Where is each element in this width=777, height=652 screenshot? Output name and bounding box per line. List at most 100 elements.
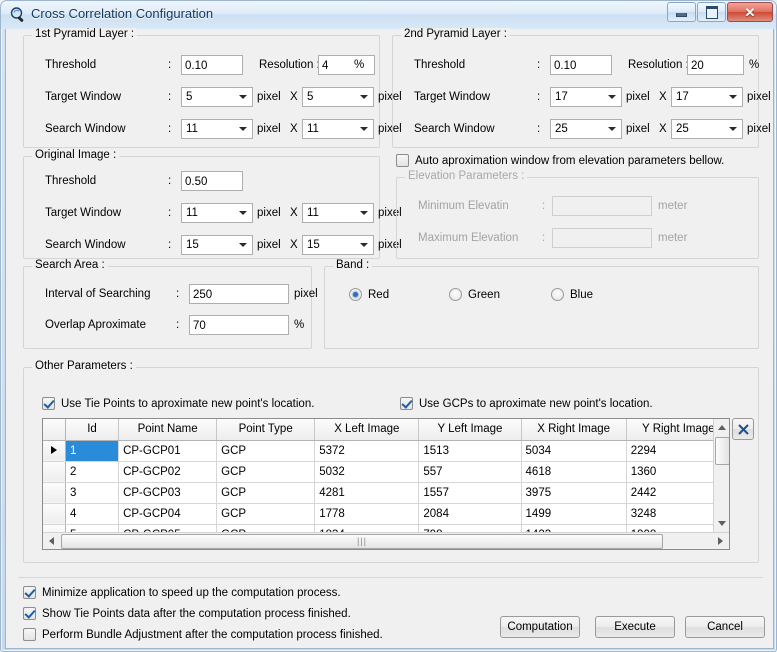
column-header-point-name[interactable]: Point Name bbox=[118, 419, 218, 441]
target-window-width-combo[interactable]: 5 bbox=[181, 87, 253, 107]
checkbox-label: Show Tie Points data after the computati… bbox=[42, 607, 351, 620]
threshold-input[interactable] bbox=[181, 171, 243, 191]
cancel-button[interactable]: Cancel bbox=[685, 616, 765, 638]
cell-id[interactable]: 3 bbox=[65, 482, 120, 504]
column-header-id[interactable]: Id bbox=[65, 419, 120, 441]
close-grid-button[interactable] bbox=[732, 418, 754, 440]
cell-point-type[interactable]: GCP bbox=[216, 440, 316, 462]
target-window-label: Target Window bbox=[45, 207, 122, 219]
cell-point-type[interactable]: GCP bbox=[216, 461, 316, 483]
cell-x-right-image[interactable]: 5034 bbox=[521, 440, 627, 462]
table-row[interactable]: 3 CP-GCP03 GCP 4281 1557 3975 2442 bbox=[43, 482, 729, 504]
grid-vertical-scrollbar[interactable] bbox=[713, 419, 729, 532]
execute-button[interactable]: Execute bbox=[595, 616, 675, 638]
cell-y-left-image[interactable]: 557 bbox=[418, 461, 522, 483]
horizontal-scroll-thumb[interactable]: ||| bbox=[61, 534, 663, 549]
scroll-up-icon[interactable] bbox=[714, 419, 729, 436]
cell-point-name[interactable]: CP-GCP01 bbox=[118, 440, 218, 462]
chevron-down-icon bbox=[235, 89, 251, 105]
show-tie-points-checkbox[interactable]: Show Tie Points data after the computati… bbox=[23, 607, 351, 620]
radio-band-green[interactable]: Green bbox=[449, 288, 500, 301]
column-header-point-type[interactable]: Point Type bbox=[216, 419, 316, 441]
use-tie-points-checkbox[interactable]: Use Tie Points to aproximate new point's… bbox=[42, 397, 314, 410]
column-header-x-right-image[interactable]: X Right Image bbox=[521, 419, 627, 441]
combo-value: 11 bbox=[186, 123, 198, 135]
target-window-width-combo[interactable]: 11 bbox=[181, 203, 253, 223]
vertical-scroll-thumb[interactable] bbox=[715, 437, 729, 465]
points-data-grid[interactable]: Id Point Name Point Type X Left Image Y … bbox=[42, 418, 730, 550]
cell-id[interactable]: 4 bbox=[65, 503, 120, 525]
radio-band-red[interactable]: Red bbox=[349, 288, 389, 301]
maximize-button[interactable] bbox=[697, 2, 726, 22]
x-separator: X bbox=[659, 123, 667, 135]
resolution-input[interactable] bbox=[687, 55, 744, 75]
threshold-input[interactable] bbox=[181, 55, 243, 75]
search-window-width-combo[interactable]: 15 bbox=[181, 235, 253, 255]
resolution-input[interactable] bbox=[318, 55, 375, 75]
combo-value: 25 bbox=[555, 123, 568, 135]
cell-x-left-image[interactable]: 1778 bbox=[314, 503, 420, 525]
target-window-height-combo[interactable]: 5 bbox=[302, 87, 374, 107]
minimum-elevation-input[interactable] bbox=[552, 196, 652, 216]
cell-x-right-image[interactable]: 3975 bbox=[521, 482, 627, 504]
maximum-elevation-input[interactable] bbox=[552, 228, 652, 248]
target-window-height-combo[interactable]: 17 bbox=[671, 87, 743, 107]
cell-y-left-image[interactable]: 1557 bbox=[418, 482, 522, 504]
interval-of-searching-input[interactable] bbox=[189, 284, 289, 304]
cell-point-type[interactable]: GCP bbox=[216, 482, 316, 504]
combo-value: 5 bbox=[186, 91, 193, 103]
search-window-height-combo[interactable]: 11 bbox=[302, 119, 374, 139]
minimize-icon bbox=[676, 12, 687, 17]
scroll-right-icon[interactable] bbox=[712, 533, 729, 548]
x-separator: X bbox=[290, 239, 298, 251]
cell-x-left-image[interactable]: 5032 bbox=[314, 461, 420, 483]
cell-x-left-image[interactable]: 4281 bbox=[314, 482, 420, 504]
cell-y-left-image[interactable]: 1513 bbox=[418, 440, 522, 462]
target-window-height-combo[interactable]: 11 bbox=[302, 203, 374, 223]
search-window-width-combo[interactable]: 25 bbox=[550, 119, 622, 139]
table-row[interactable]: 2 CP-GCP02 GCP 5032 557 4618 1360 bbox=[43, 461, 729, 483]
cell-id[interactable]: 1 bbox=[65, 440, 120, 462]
cell-point-type[interactable]: GCP bbox=[216, 503, 316, 525]
combo-value: 11 bbox=[186, 207, 198, 219]
cell-point-name[interactable]: CP-GCP03 bbox=[118, 482, 218, 504]
scroll-left-icon[interactable] bbox=[43, 533, 60, 548]
radio-label: Green bbox=[468, 288, 500, 301]
minimize-application-checkbox[interactable]: Minimize application to speed up the com… bbox=[23, 586, 341, 599]
button-label: Execute bbox=[614, 621, 656, 633]
target-window-width-combo[interactable]: 17 bbox=[550, 87, 622, 107]
column-header-y-left-image[interactable]: Y Left Image bbox=[418, 419, 522, 441]
cell-y-left-image[interactable]: 2084 bbox=[418, 503, 522, 525]
cell-point-name[interactable]: CP-GCP04 bbox=[118, 503, 218, 525]
column-header-x-left-image[interactable]: X Left Image bbox=[314, 419, 420, 441]
auto-approximation-checkbox[interactable]: Auto aproximation window from elevation … bbox=[396, 154, 724, 167]
computation-button[interactable]: Computation bbox=[500, 616, 580, 638]
chevron-down-icon bbox=[356, 121, 372, 137]
x-separator: X bbox=[659, 91, 667, 103]
radio-band-blue[interactable]: Blue bbox=[551, 288, 593, 301]
search-window-height-combo[interactable]: 15 bbox=[302, 235, 374, 255]
cell-x-left-image[interactable]: 5372 bbox=[314, 440, 420, 462]
cell-id[interactable]: 2 bbox=[65, 461, 120, 483]
dialog-window: Cross Correlation Configuration ✕ 1st Py… bbox=[0, 0, 777, 652]
cell-point-name[interactable]: CP-GCP02 bbox=[118, 461, 218, 483]
table-row[interactable]: 4 CP-GCP04 GCP 1778 2084 1499 3248 bbox=[43, 503, 729, 525]
threshold-input[interactable] bbox=[550, 55, 612, 75]
use-gcps-checkbox[interactable]: Use GCPs to aproximate new point's locat… bbox=[400, 397, 653, 410]
table-row[interactable]: 1 CP-GCP01 GCP 5372 1513 5034 2294 bbox=[43, 440, 729, 462]
scroll-down-icon[interactable] bbox=[714, 515, 729, 532]
perform-bundle-adjustment-checkbox[interactable]: Perform Bundle Adjustment after the comp… bbox=[23, 628, 383, 641]
close-button[interactable]: ✕ bbox=[727, 2, 773, 22]
search-window-height-combo[interactable]: 25 bbox=[671, 119, 743, 139]
cell-x-right-image[interactable]: 1499 bbox=[521, 503, 627, 525]
chevron-down-icon bbox=[356, 237, 372, 253]
overlap-aproximate-input[interactable] bbox=[189, 315, 289, 335]
overlap-unit: % bbox=[294, 319, 305, 331]
row-selector-header bbox=[43, 419, 66, 441]
minimize-button[interactable] bbox=[667, 2, 696, 22]
search-window-width-combo[interactable]: 11 bbox=[181, 119, 253, 139]
cell-x-right-image[interactable]: 4618 bbox=[521, 461, 627, 483]
button-label: Computation bbox=[507, 621, 573, 633]
table-header-row: Id Point Name Point Type X Left Image Y … bbox=[43, 419, 729, 441]
grid-horizontal-scrollbar[interactable]: ||| bbox=[43, 532, 729, 549]
